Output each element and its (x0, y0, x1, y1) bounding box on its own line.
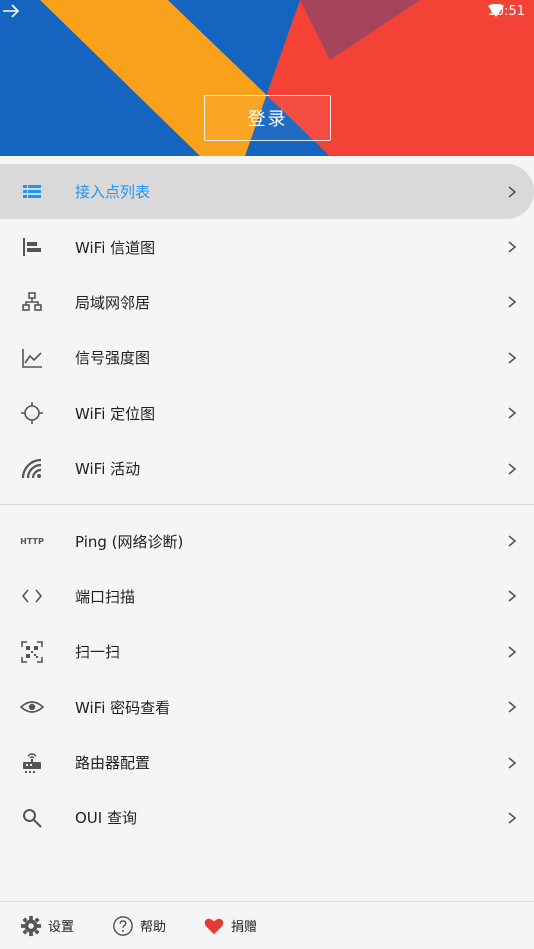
help-icon (113, 915, 133, 936)
http-icon: HTTP (20, 536, 44, 546)
chevron-right-icon (508, 812, 517, 824)
menu-item-wifi-activity[interactable]: WiFi 活动 (0, 441, 534, 496)
eye-icon (19, 694, 45, 720)
menu-item-label: 局域网邻居 (75, 293, 151, 312)
menu-divider (0, 504, 534, 506)
chevron-right-icon (508, 407, 517, 419)
help-button[interactable]: 帮助 (112, 915, 166, 937)
menu-item-label: Ping (网络诊断) (75, 532, 184, 551)
settings-button[interactable]: 设置 (20, 915, 74, 937)
chevron-right-icon (508, 296, 517, 309)
chevron-right-icon (508, 463, 517, 475)
menu-item-label: WiFi 信道图 (75, 238, 156, 257)
menu-item-label: 端口扫描 (75, 587, 136, 606)
channel-chart-icon (19, 234, 45, 260)
line-chart-icon (19, 345, 45, 371)
list-icon (19, 179, 45, 205)
menu-item-label: 路由器配置 (75, 754, 151, 773)
menu-item-wifi-password[interactable]: WiFi 密码查看 (0, 680, 534, 735)
wifi-signal-icon (487, 4, 504, 17)
menu-item-ap-list[interactable]: 接入点列表 (0, 164, 534, 220)
menu-item-label: 信号强度图 (75, 349, 151, 368)
qr-scan-icon (19, 639, 45, 665)
gear-icon (20, 915, 42, 936)
chevron-right-icon (508, 186, 517, 198)
settings-label: 设置 (48, 920, 75, 935)
menu-item-lan-neighbors[interactable]: 局域网邻居 (0, 275, 534, 330)
crosshair-icon (19, 400, 45, 426)
lan-icon (19, 289, 45, 315)
chevron-right-icon (508, 352, 517, 364)
menu-item-label: 扫一扫 (75, 643, 121, 662)
login-button[interactable]: 登录 (204, 95, 331, 141)
menu-item-label: WiFi 活动 (75, 460, 141, 479)
menu-item-wifi-location[interactable]: WiFi 定位图 (0, 386, 534, 441)
menu-item-router-config[interactable]: 路由器配置 (0, 735, 534, 790)
donate-button[interactable]: 捐赠 (203, 915, 257, 937)
arrow-right-icon[interactable] (0, 0, 22, 22)
menu-item-ping[interactable]: HTTP Ping (网络诊断) (0, 513, 534, 568)
help-label: 帮助 (140, 920, 167, 935)
chevron-right-icon (508, 646, 517, 658)
menu-item-scan[interactable]: 扫一扫 (0, 624, 534, 679)
menu-item-port-scan[interactable]: 端口扫描 (0, 569, 534, 624)
chevron-right-icon (508, 535, 517, 547)
search-icon (19, 805, 45, 831)
menu-item-label: OUI 查询 (75, 809, 137, 828)
signal-wave-icon (19, 456, 45, 482)
chevron-right-icon (508, 756, 517, 769)
router-icon (19, 750, 45, 776)
chevron-right-icon (508, 241, 517, 253)
menu-item-label: 接入点列表 (75, 183, 151, 202)
status-bar: 10:51 (487, 4, 525, 19)
header-banner: 10:51 登录 (0, 0, 534, 156)
menu-item-label: WiFi 密码查看 (75, 698, 171, 717)
chevron-right-icon (508, 590, 517, 603)
code-brackets-icon (19, 583, 45, 609)
bottom-bar: 设置 帮助 捐赠 (0, 901, 534, 949)
nav-menu: 接入点列表 WiFi 信道图 局域网邻居 信号强度图 WiFi 定位图 WiFi… (0, 156, 534, 846)
menu-item-channel-chart[interactable]: WiFi 信道图 (0, 219, 534, 274)
menu-item-oui-lookup[interactable]: OUI 查询 (0, 790, 534, 845)
heart-icon (204, 918, 224, 934)
menu-item-label: WiFi 定位图 (75, 404, 156, 423)
donate-label: 捐赠 (231, 920, 258, 935)
menu-item-signal-strength[interactable]: 信号强度图 (0, 330, 534, 385)
chevron-right-icon (508, 701, 517, 713)
